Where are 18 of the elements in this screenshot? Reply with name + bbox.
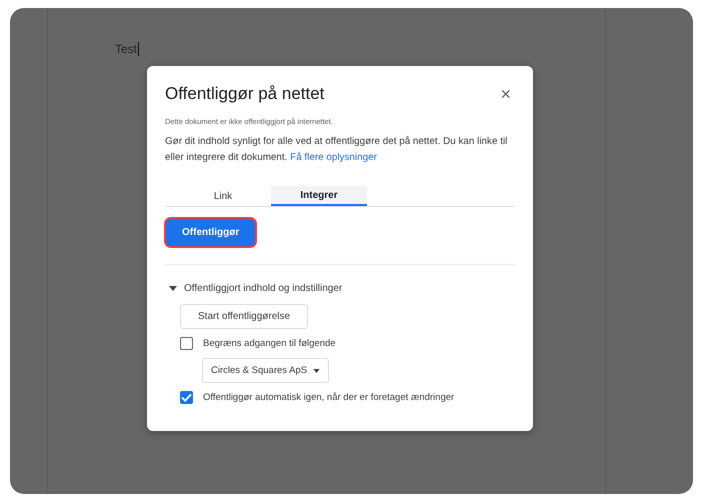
section-title: Offentliggjort indhold og indstillinger [184, 283, 342, 294]
description-text: Gør dit indhold synligt for alle ved at offentliggøre det på nettet. Du kan linke til eller integrere dit dokument. Få flere oplysninger [165, 135, 508, 165]
checkbox-label: Offentliggør automatisk igen, når der er foretaget ændringer [203, 392, 454, 403]
checkbox[interactable] [180, 337, 193, 350]
publish-button[interactable]: Offentliggør [166, 219, 256, 246]
tab[interactable]: Integrer [271, 186, 367, 206]
checkbox-label: Begræns adgangen til følgende [203, 338, 336, 349]
tab[interactable]: Link [175, 186, 271, 206]
organization-dropdown[interactable]: Circles & Squares ApS [202, 358, 330, 383]
document-text: Test [115, 42, 138, 56]
learn-more-link[interactable]: Få flere oplysninger [290, 152, 377, 163]
caret-icon[interactable] [169, 286, 177, 291]
checkbox[interactable] [180, 391, 193, 404]
dialog-title: Offentliggør på nettet [165, 84, 324, 104]
text-cursor [138, 42, 140, 56]
caret-icon [313, 368, 320, 372]
start-publishing-button[interactable]: Start offentliggørelse [180, 304, 308, 329]
close-button[interactable]: × [496, 85, 515, 103]
